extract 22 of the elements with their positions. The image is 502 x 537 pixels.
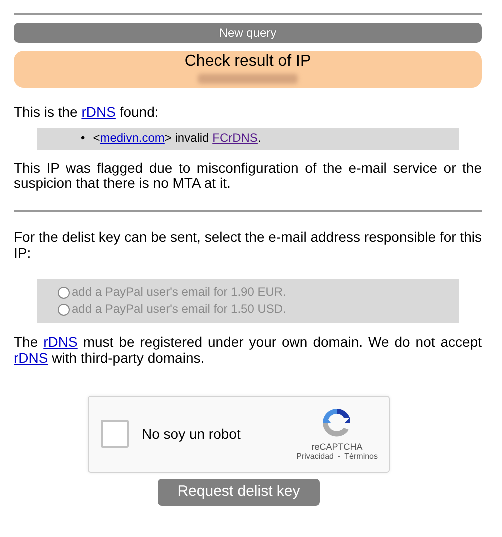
privacy-link[interactable]: Privacidad (296, 452, 334, 462)
select-prompt: For the delist key can be sent, select the e-mail address responsible for this IP: (14, 230, 482, 262)
bullet-marker: • (81, 132, 86, 146)
terms-link[interactable]: Términos (344, 452, 378, 462)
link[interactable]: rDNS (82, 104, 116, 120)
separator-text: - (338, 452, 341, 462)
new-query-button[interactable]: New query (14, 23, 482, 43)
captcha-brand: reCAPTCHA (312, 443, 363, 453)
captcha-label: No soy un robot (142, 426, 241, 442)
option-label: add a PayPal user's email for 1.50 USD. (72, 301, 286, 318)
link[interactable]: rDNS (44, 334, 78, 350)
link[interactable]: rDNS (14, 350, 48, 366)
link[interactable]: FCrDNS (212, 131, 258, 146)
flag-note: This IP was flagged due to misconfiguration of the e-mail service or the suspicion that there is no MTA at it. (14, 160, 482, 192)
rdns-note: The rDNS must be registered under your own domain. We do not accept rDNS with third-party domains. (14, 335, 482, 366)
link[interactable]: medivn.com (100, 131, 165, 146)
rdns-intro-text: This is the rDNS found: (14, 105, 160, 120)
result-title: Check result of IP (184, 53, 312, 71)
rdns-entry: <medivn.com> invalid FCrDNS. (93, 132, 262, 146)
request-delist-key-button[interactable]: Request delist key (158, 478, 320, 506)
option-label: add a PayPal user's email for 1.90 EUR. (72, 284, 286, 302)
captcha-checkbox[interactable] (101, 420, 129, 448)
